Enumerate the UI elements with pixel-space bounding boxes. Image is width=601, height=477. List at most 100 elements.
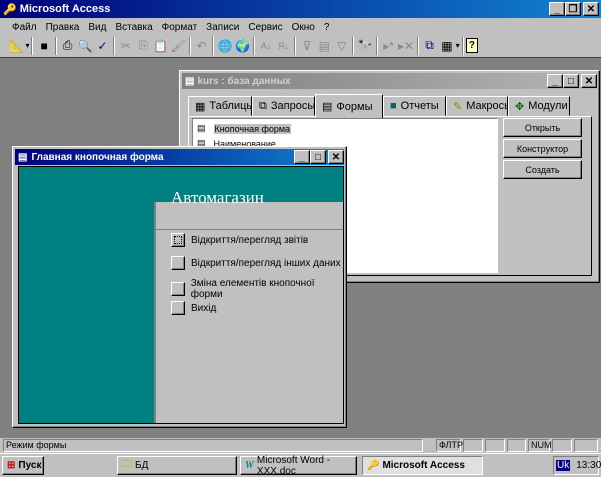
- db-close-button[interactable]: ✕: [581, 74, 597, 88]
- spelling-icon[interactable]: ✓: [94, 36, 111, 56]
- form-heading: Автомагазин: [171, 188, 264, 207]
- design-view-icon[interactable]: 📐: [8, 36, 25, 56]
- minimize-button[interactable]: _: [549, 2, 565, 16]
- open-button[interactable]: Открыть: [503, 118, 582, 137]
- tab-modules[interactable]: ✥ Модули: [508, 96, 570, 116]
- db-window-title: kurs : база данных: [197, 75, 291, 87]
- start-button[interactable]: ⊞ Пуск: [2, 456, 44, 475]
- language-indicator[interactable]: Uk: [556, 460, 571, 471]
- command-button[interactable]: [171, 256, 185, 270]
- key-icon: 🔑: [3, 3, 17, 16]
- design-button[interactable]: Конструктор: [503, 139, 582, 158]
- app-title-bar: 🔑 Microsoft Access _ ❐ ✕: [0, 0, 601, 18]
- report-icon: ■: [390, 100, 397, 112]
- sort-descending-icon[interactable]: Я↓: [275, 36, 292, 56]
- database-window-icon[interactable]: ⧉: [421, 36, 438, 56]
- undo-icon[interactable]: ↶: [193, 36, 210, 56]
- new-object-icon[interactable]: ▦: [438, 36, 455, 56]
- db-minimize-button[interactable]: _: [547, 74, 563, 88]
- heading-divider: [154, 229, 343, 230]
- toolbar: 📐 ▾ ■ ⎙ 🔍 ✓ ✂ ⎘ 📋 🖌 ↶ 🌐 🌍 A↓ Я↓ ⊽ ▤ ▽ 🔭 ▸…: [8, 35, 479, 56]
- create-button[interactable]: Создать: [503, 160, 582, 179]
- paste-icon[interactable]: 📋: [152, 36, 169, 56]
- command-button[interactable]: [171, 282, 185, 296]
- menu-file[interactable]: Файл: [12, 22, 37, 33]
- menu-records[interactable]: Записи: [206, 22, 239, 33]
- clock: 13:30: [576, 460, 601, 471]
- menu-view[interactable]: Вид: [88, 22, 106, 33]
- db-maximize-button[interactable]: □: [563, 74, 579, 88]
- windows-logo-icon: ⊞: [7, 460, 16, 471]
- close-button[interactable]: ✕: [583, 2, 599, 16]
- menu-tools[interactable]: Сервис: [248, 22, 282, 33]
- key-icon: 🔑: [367, 460, 380, 471]
- status-panel: [552, 439, 572, 452]
- db-window-title-bar: ▤ kurs : база данных _ □ ✕: [182, 73, 597, 89]
- status-panel: [463, 439, 483, 452]
- cut-icon[interactable]: ✂: [117, 36, 134, 56]
- tab-tables[interactable]: ▦ Таблицы: [188, 96, 254, 116]
- word-icon: W: [245, 460, 254, 471]
- taskbar-button-bd[interactable]: 🗀 БД: [117, 456, 237, 475]
- menu-insert[interactable]: Вставка: [115, 22, 152, 33]
- menu-help[interactable]: ?: [324, 22, 330, 33]
- command-button[interactable]: [171, 233, 185, 247]
- macro-icon: ✎: [453, 100, 463, 113]
- database-icon: ▤: [185, 75, 195, 87]
- filter-by-form-icon[interactable]: ▤: [316, 36, 333, 56]
- taskbar-button-access[interactable]: 🔑 Microsoft Access: [362, 456, 483, 475]
- module-icon: ✥: [515, 100, 525, 113]
- menu-window[interactable]: Окно: [292, 22, 315, 33]
- command-reports[interactable]: Відкриття/перегляд звітів: [171, 233, 308, 247]
- status-panel: [485, 439, 505, 452]
- save-icon[interactable]: ■: [35, 36, 52, 56]
- taskbar-button-word[interactable]: W Microsoft Word - XXX.doc: [240, 455, 357, 477]
- form-close-button[interactable]: ✕: [328, 150, 344, 164]
- apply-filter-icon[interactable]: ▽: [333, 36, 350, 56]
- form-icon: ▤: [322, 101, 333, 113]
- delete-record-icon[interactable]: ▸✕: [397, 36, 414, 56]
- status-text: Режим формы: [3, 439, 423, 452]
- status-panel: [507, 439, 526, 452]
- menu-edit[interactable]: Правка: [46, 22, 80, 33]
- menu-format[interactable]: Формат: [162, 22, 198, 33]
- tab-forms[interactable]: ▤ Формы: [315, 94, 383, 118]
- print-preview-icon[interactable]: 🔍: [76, 36, 93, 56]
- restore-button[interactable]: ❐: [565, 2, 581, 16]
- table-icon: ▦: [195, 100, 206, 113]
- form-minimize-button[interactable]: _: [294, 150, 310, 164]
- folder-icon: 🗀: [122, 459, 132, 470]
- form-icon: ▤: [18, 151, 28, 163]
- form-maximize-button[interactable]: □: [310, 150, 326, 164]
- tab-macros[interactable]: ✎ Макросы: [446, 96, 512, 116]
- sort-ascending-icon[interactable]: A↓: [257, 36, 274, 56]
- copy-icon[interactable]: ⎘: [135, 36, 152, 56]
- print-icon[interactable]: ⎙: [59, 36, 76, 56]
- command-edit-switchboard[interactable]: Зміна елементів кнопочної форми: [171, 278, 346, 300]
- switchboard-window: ▤ Главная кнопочная форма _ □ ✕ Автомага…: [12, 146, 347, 428]
- command-other-data[interactable]: Відкриття/перегляд інших даних: [171, 256, 341, 270]
- tab-queries[interactable]: ⧉ Запросы: [252, 96, 315, 116]
- web-toolbar-icon[interactable]: 🌍: [234, 36, 251, 56]
- form-window-title-bar: ▤ Главная кнопочная форма _ □ ✕: [15, 149, 344, 165]
- status-num: NUM: [528, 439, 552, 452]
- form-window-title: Главная кнопочная форма: [31, 151, 164, 163]
- find-icon[interactable]: 🔭: [356, 36, 373, 56]
- insert-hyperlink-icon[interactable]: 🌐: [216, 36, 233, 56]
- list-item[interactable]: ▤ Кнопочная форма: [197, 123, 292, 134]
- filter-by-selection-icon[interactable]: ⊽: [298, 36, 315, 56]
- app-title: Microsoft Access: [19, 3, 111, 15]
- help-icon[interactable]: ?: [465, 38, 479, 53]
- command-button[interactable]: [171, 301, 185, 315]
- form-icon: ▤: [197, 123, 206, 133]
- format-painter-icon[interactable]: 🖌: [170, 36, 187, 56]
- menu-bar: Файл Правка Вид Вставка Формат Записи Се…: [0, 19, 601, 35]
- status-panel: [574, 439, 598, 452]
- new-record-icon[interactable]: ▸*: [380, 36, 397, 56]
- query-icon: ⧉: [259, 99, 267, 112]
- command-exit[interactable]: Вихід: [171, 301, 216, 315]
- system-tray: Uk 13:30: [553, 456, 601, 475]
- status-filter: ФЛТР: [436, 439, 463, 452]
- tab-reports[interactable]: ■ Отчеты: [383, 96, 446, 116]
- db-tabs: ▦ Таблицы ⧉ Запросы ▤ Формы ■ Отчеты ✎ Макрос…: [188, 94, 588, 118]
